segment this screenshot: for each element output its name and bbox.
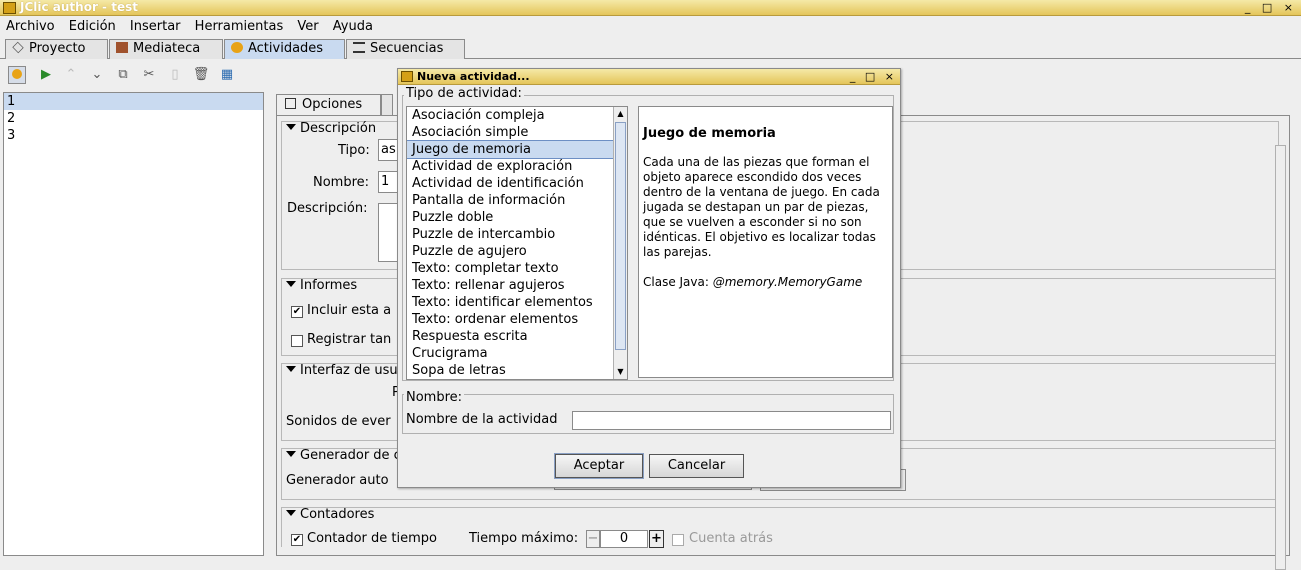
- tipo-label: Tipo:: [338, 143, 370, 158]
- list-item[interactable]: Texto: rellenar agujeros: [407, 277, 627, 294]
- nombre-section-label: Nombre:: [404, 390, 465, 405]
- new-activity-dialog: Nueva actividad... _ □ × Asociación comp…: [397, 68, 901, 488]
- section-informes-header[interactable]: Informes: [286, 278, 357, 293]
- window-title: JClic author - test: [20, 0, 138, 14]
- section-generador-header[interactable]: Generador de c: [286, 448, 401, 463]
- tab-actividades[interactable]: Actividades: [224, 39, 345, 59]
- paste-icon[interactable]: ▯: [166, 66, 184, 84]
- description-heading: Juego de memoria: [643, 126, 776, 141]
- grid-icon[interactable]: ▦: [218, 66, 236, 84]
- new-activity-icon[interactable]: [8, 66, 26, 84]
- options-icon: [285, 98, 296, 109]
- list-item[interactable]: Sopa de letras: [407, 362, 627, 379]
- menu-insertar[interactable]: Insertar: [126, 16, 185, 37]
- list-item-selected[interactable]: Juego de memoria: [407, 140, 627, 159]
- dialog-title: Nueva actividad...: [417, 70, 530, 83]
- activity-list-scrollbar[interactable]: ▲ ▼: [613, 107, 627, 379]
- list-item[interactable]: Actividad de exploración: [407, 158, 627, 175]
- registrar-label: Registrar tan: [307, 332, 392, 347]
- app-icon: [3, 2, 16, 14]
- menu-archivo[interactable]: Archivo: [2, 16, 59, 37]
- tiempo-field[interactable]: 0: [600, 530, 648, 548]
- copy-icon[interactable]: ⧉: [114, 66, 132, 84]
- sequence-icon: [353, 42, 365, 53]
- tipo-group: Asociación compleja Asociación simple Ju…: [402, 95, 894, 381]
- play-icon[interactable]: ▶: [37, 66, 55, 84]
- project-icon: [12, 41, 24, 54]
- window-title-bar[interactable]: JClic author - test _ □ ×: [0, 0, 1301, 16]
- menu-herramientas[interactable]: Herramientas: [191, 16, 288, 37]
- section-interfaz-header[interactable]: Interfaz de usua: [286, 363, 406, 378]
- cancelar-button[interactable]: Cancelar: [649, 454, 744, 478]
- list-item[interactable]: Respuesta escrita: [407, 328, 627, 345]
- list-item[interactable]: Asociación simple: [407, 124, 627, 141]
- media-icon: [116, 42, 128, 53]
- generador-auto-label: Generador auto: [286, 473, 389, 488]
- list-item[interactable]: Texto: identificar elementos: [407, 294, 627, 311]
- list-item[interactable]: Crucigrama: [407, 345, 627, 362]
- nombre-actividad-input[interactable]: [572, 411, 891, 430]
- incluir-label: Incluir esta a: [307, 303, 392, 318]
- cut-icon[interactable]: ✂: [140, 66, 158, 84]
- tab-mediateca[interactable]: Mediateca: [109, 39, 223, 59]
- activity-type-list[interactable]: Asociación compleja Asociación simple Ju…: [406, 106, 628, 380]
- menu-ayuda[interactable]: Ayuda: [329, 16, 377, 37]
- sonidos-label: Sonidos de ever: [286, 414, 391, 429]
- dialog-controls[interactable]: _ □ ×: [850, 69, 897, 84]
- delete-icon[interactable]: 🗑: [192, 66, 210, 84]
- aceptar-button[interactable]: Aceptar: [554, 453, 644, 479]
- cuenta-atras-checkbox[interactable]: [672, 534, 684, 546]
- tipo-label: Tipo de actividad:: [404, 86, 524, 101]
- registrar-checkbox[interactable]: [291, 335, 303, 347]
- tab-opciones[interactable]: Opciones: [276, 94, 381, 115]
- list-item[interactable]: Texto: completar texto: [407, 260, 627, 277]
- section-contadores: Contadores ✔ Contador de tiempo Tiempo m…: [281, 507, 1279, 548]
- list-item[interactable]: Texto: ordenar elementos: [407, 311, 627, 328]
- nombre-label: Nombre:: [313, 175, 370, 190]
- list-item[interactable]: 2: [4, 110, 263, 127]
- contador-checkbox[interactable]: ✔: [291, 534, 303, 546]
- menu-bar: Archivo Edición Insertar Herramientas Ve…: [0, 16, 1301, 37]
- scroll-up-icon[interactable]: ▲: [614, 107, 627, 121]
- section-descripcion-header[interactable]: Descripción: [286, 121, 376, 136]
- list-item[interactable]: 1: [4, 93, 263, 110]
- list-item[interactable]: Puzzle doble: [407, 209, 627, 226]
- tab-proyecto[interactable]: Proyecto: [5, 39, 108, 59]
- cuenta-atras-label: Cuenta atrás: [689, 531, 773, 546]
- up-icon[interactable]: ⌃: [62, 66, 80, 84]
- tiempo-maximo-label: Tiempo máximo:: [469, 531, 579, 546]
- dialog-icon: [401, 71, 413, 82]
- list-item[interactable]: Asociación compleja: [407, 107, 627, 124]
- list-item[interactable]: Actividad de identificación: [407, 175, 627, 192]
- down-icon[interactable]: ⌄: [88, 66, 106, 84]
- list-item[interactable]: 3: [4, 127, 263, 144]
- scroll-down-icon[interactable]: ▼: [614, 365, 627, 379]
- menu-ver[interactable]: Ver: [293, 16, 322, 37]
- list-item[interactable]: Puzzle de intercambio: [407, 226, 627, 243]
- increment-button[interactable]: +: [649, 530, 664, 548]
- section-contadores-header[interactable]: Contadores: [286, 507, 374, 522]
- activity-icon: [231, 42, 243, 53]
- java-class: Clase Java: @memory.MemoryGame: [643, 275, 863, 289]
- activity-list[interactable]: 1 2 3: [3, 92, 264, 556]
- descripcion-label: Descripción:: [287, 201, 368, 216]
- menu-edicion[interactable]: Edición: [65, 16, 120, 37]
- incluir-checkbox[interactable]: ✔: [291, 306, 303, 318]
- scroll-thumb[interactable]: [615, 122, 626, 350]
- list-item[interactable]: Pantalla de información: [407, 192, 627, 209]
- nombre-actividad-label: Nombre de la actividad: [406, 412, 558, 427]
- dialog-title-bar[interactable]: Nueva actividad... _ □ ×: [398, 69, 900, 85]
- window-controls[interactable]: _ □ ×: [1245, 0, 1297, 15]
- description-body: Cada una de las piezas que forman el obj…: [643, 155, 880, 259]
- activity-description: Juego de memoria Cada una de las piezas …: [638, 106, 893, 378]
- decrement-button[interactable]: −: [586, 530, 600, 548]
- options-scrollbar[interactable]: [1275, 145, 1286, 570]
- list-item[interactable]: Puzzle de agujero: [407, 243, 627, 260]
- main-tabs: Proyecto Mediateca Actividades Secuencia…: [0, 37, 1301, 59]
- contador-label: Contador de tiempo: [307, 531, 437, 546]
- toolbar: ▶ ⌃ ⌄ ⧉ ✂ ▯ 🗑 ▦: [0, 60, 270, 90]
- tab-secuencias[interactable]: Secuencias: [346, 39, 465, 59]
- tab-next[interactable]: [381, 94, 393, 115]
